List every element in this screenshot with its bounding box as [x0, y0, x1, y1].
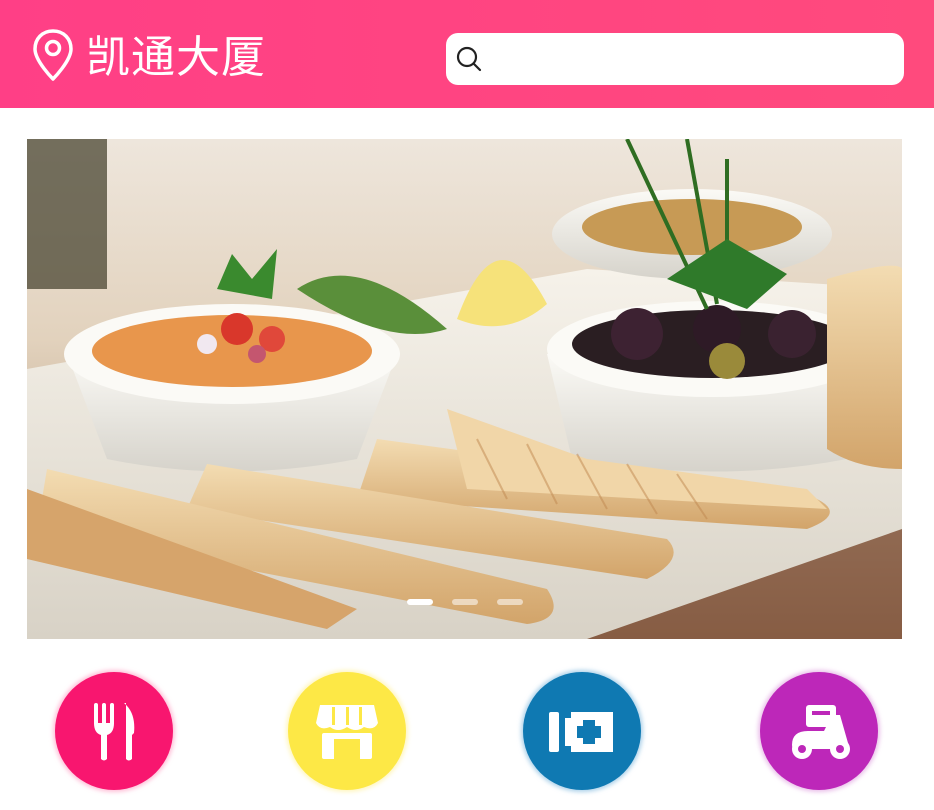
carousel-dot-3[interactable] — [497, 599, 523, 605]
carousel-dot-1[interactable] — [407, 599, 433, 605]
scooter-icon — [792, 705, 850, 759]
location-name[interactable]: 凯通大厦 — [86, 28, 266, 88]
fork-knife-icon — [94, 703, 135, 761]
carousel-dot-2[interactable] — [452, 599, 478, 605]
medical-cross-icon — [549, 712, 613, 752]
category-shop-button[interactable] — [288, 672, 406, 790]
search-icon — [456, 46, 482, 72]
banner-carousel[interactable] — [27, 139, 902, 639]
search-input[interactable] — [492, 37, 892, 81]
category-food-button[interactable] — [55, 672, 173, 790]
location-pin-icon[interactable] — [30, 28, 76, 82]
category-health-button[interactable] — [523, 672, 641, 790]
banner-food-image — [27, 139, 902, 639]
category-delivery-button[interactable] — [760, 672, 878, 790]
storefront-icon — [316, 705, 378, 759]
